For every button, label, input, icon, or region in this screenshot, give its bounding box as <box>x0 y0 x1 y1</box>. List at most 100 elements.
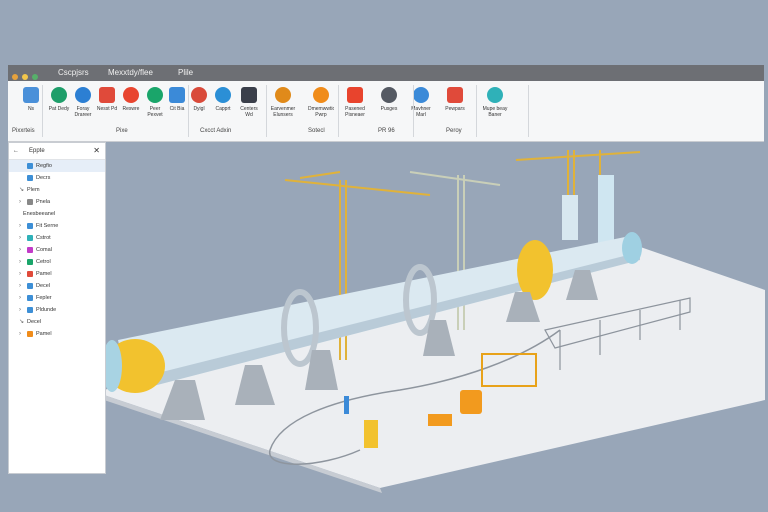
tree-item[interactable]: › Decel <box>9 280 105 292</box>
item-icon <box>27 259 33 265</box>
tree-item-label: Decel <box>27 319 42 325</box>
expand-arrow-icon[interactable]: › <box>19 328 21 340</box>
item-icon <box>27 163 33 169</box>
expand-arrow-icon[interactable]: › <box>19 232 21 244</box>
ribbon-button-1[interactable]: Pat Dedy <box>46 87 72 118</box>
ribbon-button-4[interactable]: Reswre <box>118 87 144 118</box>
ribbon-button-label: Earvenmer Elunsers <box>270 106 296 118</box>
circle-icon <box>123 87 139 103</box>
tree-item[interactable]: › Pnela <box>9 196 105 208</box>
expand-arrow-icon[interactable]: › <box>19 304 21 316</box>
ribbon-button-15[interactable]: Pewpars <box>442 87 468 118</box>
maximize-window-button[interactable] <box>32 74 39 80</box>
minimize-window-button[interactable] <box>22 74 29 80</box>
document-icon <box>23 87 39 103</box>
ribbon-button-11[interactable]: Dmemwwtion Pwrp <box>308 87 334 118</box>
close-window-button[interactable] <box>12 74 18 80</box>
tree-item-label: Decel <box>36 283 51 289</box>
expand-arrow-icon[interactable]: › <box>19 244 21 256</box>
menu-tab-1[interactable]: Cscpjsrs <box>58 65 89 81</box>
tree-item[interactable]: › Fepler <box>9 292 105 304</box>
ribbon-button-16[interactable]: Mupe beay Baner <box>482 87 508 118</box>
ribbon-button-3[interactable]: Nesst Pd <box>94 87 120 118</box>
diamond-icon <box>147 87 163 103</box>
ribbon-button-8[interactable]: Capprt <box>210 87 236 118</box>
tree-item-label: Regfio <box>36 163 52 169</box>
tree-item-label: Pamel <box>36 271 52 277</box>
wrench-icon <box>381 87 397 103</box>
expand-arrow-icon[interactable]: › <box>19 268 21 280</box>
tree-item[interactable]: ↘ Decel <box>9 316 105 328</box>
tree-item[interactable]: Decrs <box>9 172 105 184</box>
ribbon-button-label: Centers Wd <box>240 106 258 118</box>
tree-item[interactable]: ↘ Plem <box>9 184 105 196</box>
refresh-icon <box>99 87 115 103</box>
ribbon-group-label: Peroy <box>446 128 462 134</box>
ribbon-group-label: Sotecl <box>308 128 325 134</box>
item-icon <box>27 295 33 301</box>
app-window: Cscpjsrs Mexxtdy/flee Plile Ns Pat Dedy Fo… <box>8 65 764 475</box>
item-icon <box>27 283 33 289</box>
chart-icon <box>447 87 463 103</box>
expand-arrow-icon[interactable]: › <box>19 196 21 208</box>
tree-item-label: Comal <box>36 247 52 253</box>
ribbon-button-14[interactable]: Mavhner Marl <box>408 87 434 118</box>
ribbon-button-7[interactable]: Dyigl <box>186 87 212 118</box>
tree-item[interactable]: › Pldunde <box>9 304 105 316</box>
ribbon-button-label: Mupe beay Baner <box>482 106 508 118</box>
item-icon <box>27 175 33 181</box>
box-icon <box>313 87 329 103</box>
expand-arrow-icon[interactable]: ↘ <box>19 316 24 328</box>
expand-arrow-icon[interactable]: › <box>19 292 21 304</box>
ribbon-button-9[interactable]: Centers Wd <box>236 87 262 118</box>
ribbon-button-label: Dmemwwtion Pwrp <box>308 106 334 118</box>
tree-item[interactable]: › Comal <box>9 244 105 256</box>
ribbon-button-label: Nesst Pd <box>96 106 118 112</box>
tree-item-label: Fepler <box>36 295 52 301</box>
screen-icon <box>215 87 231 103</box>
ribbon-button-label: Mavhner Marl <box>411 106 431 118</box>
tree-item[interactable]: › Cstrot <box>9 232 105 244</box>
expand-arrow-icon[interactable]: › <box>19 256 21 268</box>
title-bar: Cscpjsrs Mexxtdy/flee Plile <box>8 65 764 81</box>
back-arrow-icon[interactable]: ← <box>13 143 19 159</box>
ribbon-button-label: Pat Dedy <box>48 106 70 112</box>
tree-item-label: Pnela <box>36 199 51 205</box>
tree-item[interactable]: › Fit Serne <box>9 220 105 232</box>
tree-item-label: Enesbeeanel <box>23 211 56 217</box>
tree-item[interactable]: › Pamel <box>9 328 105 340</box>
panel-header: ← Eppte ✕ <box>9 143 105 160</box>
tree-item-label: Pamel <box>36 331 52 337</box>
ribbon-separator <box>188 85 189 137</box>
ribbon-button-13[interactable]: Pusges <box>376 87 402 118</box>
target-icon <box>169 87 185 103</box>
ribbon-separator <box>338 85 339 137</box>
expand-arrow-icon[interactable]: › <box>19 280 21 292</box>
image-icon <box>191 87 207 103</box>
menu-tab-2[interactable]: Mexxtdy/flee <box>108 65 153 81</box>
menu-tab-3[interactable]: Plile <box>178 65 193 81</box>
folder-icon <box>413 87 429 103</box>
tree-item-label: Decrs <box>36 175 51 181</box>
ribbon-group-label: PR 96 <box>378 128 395 134</box>
tree-item[interactable]: Enesbeeanel <box>9 208 105 220</box>
expand-arrow-icon[interactable]: › <box>19 220 21 232</box>
grid-icon <box>241 87 257 103</box>
tree-item-label: Cetrol <box>36 259 51 265</box>
ribbon-button-2[interactable]: Foray Drareer <box>70 87 96 118</box>
globe-icon <box>51 87 67 103</box>
ribbon-button-0[interactable]: Ns <box>18 87 44 118</box>
ring-icon <box>275 87 291 103</box>
tree-item[interactable]: Regfio <box>9 160 105 172</box>
ribbon-button-label: Reswre <box>122 106 140 112</box>
tree-item[interactable]: › Pamel <box>9 268 105 280</box>
tree-item-label: Fit Serne <box>36 223 59 229</box>
expand-arrow-icon[interactable]: ↘ <box>19 184 24 196</box>
tree-item[interactable]: › Cetrol <box>9 256 105 268</box>
ribbon-separator <box>476 85 477 137</box>
ribbon-group-label: Cxcct Adxin <box>200 128 232 134</box>
close-icon[interactable]: ✕ <box>93 143 100 159</box>
item-icon <box>27 331 33 337</box>
ribbon-button-12[interactable]: Pasened Pisneaer <box>342 87 368 118</box>
ribbon-button-10[interactable]: Earvenmer Elunsers <box>270 87 296 118</box>
